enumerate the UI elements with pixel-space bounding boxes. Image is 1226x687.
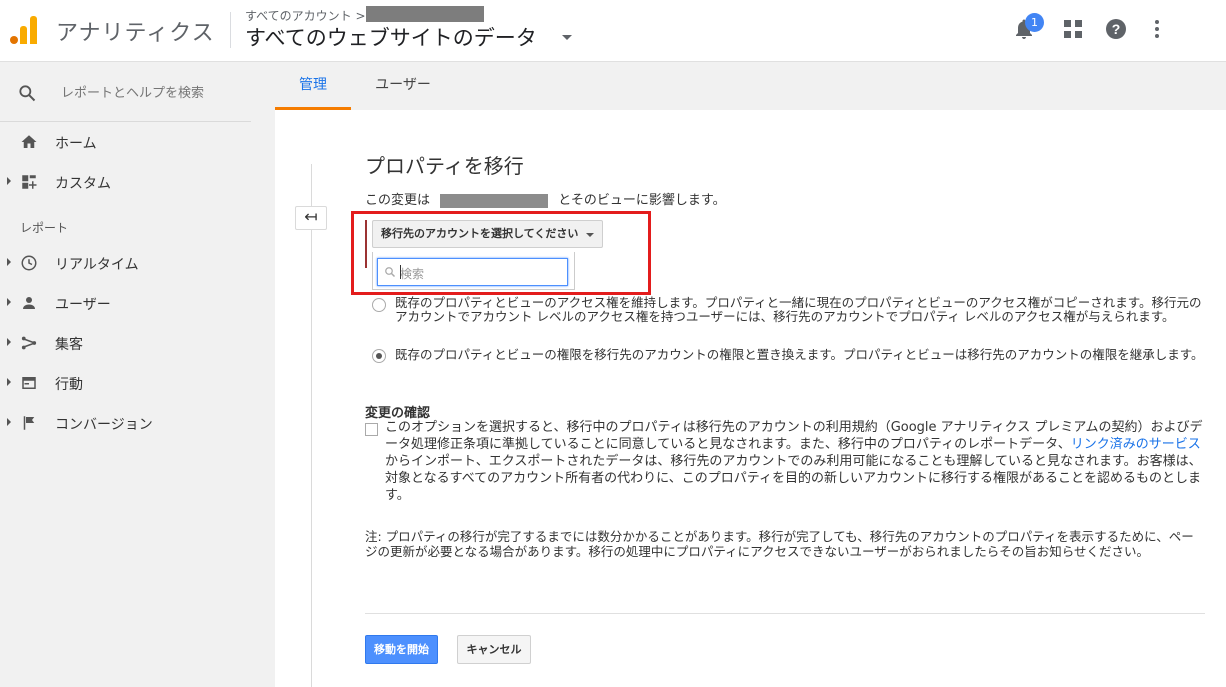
sidebar-search[interactable]: レポートとヘルプを検索 (0, 62, 251, 122)
sidebar-item-label: 行動 (55, 377, 83, 393)
confirm-text-part2: からインポート、エクスポートされたデータは、移行先のアカウントでのみ利用可能にな… (385, 454, 1202, 503)
tab-admin[interactable]: 管理 (275, 62, 351, 110)
sidebar-item-label: リアルタイム (55, 257, 139, 273)
notification-badge: 1 (1025, 13, 1044, 32)
affects-suffix: とそのビューに影響します。 (558, 193, 726, 208)
home-icon (21, 135, 37, 148)
search-icon (385, 267, 396, 278)
caret-down-icon (586, 233, 594, 237)
svg-text:?: ? (1112, 21, 1121, 37)
expand-arrow-icon[interactable] (7, 298, 11, 306)
option-replace-permissions-label[interactable]: 既存のプロパティとビューの権限を移行先のアカウントの権限と置き換えます。プロパテ… (395, 348, 1205, 362)
sidebar: レポートとヘルプを検索 ホーム カスタム レポート リアルタイム ユーザー 集客… (0, 62, 275, 687)
panel-divider (311, 164, 312, 687)
property-selector[interactable]: すべてのウェブサイトのデータ (245, 22, 537, 52)
dashboard-icon (22, 175, 37, 189)
search-icon (19, 85, 36, 102)
person-icon (23, 297, 35, 309)
sidebar-item-users[interactable]: ユーザー (0, 283, 275, 323)
sidebar-search-placeholder: レポートとヘルプを検索 (61, 86, 205, 101)
flag-icon (23, 416, 35, 430)
destination-account-label: 移行先のアカウントを選択してください (381, 227, 579, 240)
sidebar-item-label: ホーム (55, 136, 97, 152)
migration-note: 注: プロパティの移行が完了するまでには数分かかることがあります。移行が完了して… (365, 529, 1194, 559)
footer-divider (365, 613, 1205, 614)
account-dropdown-panel: 検索 (372, 252, 575, 290)
text-cursor (400, 265, 401, 279)
tab-user[interactable]: ユーザー (363, 62, 443, 110)
behavior-icon (22, 377, 36, 389)
affects-text: この変更は とそのビューに影響します。 (365, 189, 726, 208)
destination-account-select[interactable]: 移行先のアカウントを選択してください (372, 220, 603, 248)
confirm-text: このオプションを選択すると、移行中のプロパティは移行先のアカウントの利用規約（G… (385, 419, 1210, 504)
app-name: アナリティクス (56, 21, 215, 46)
cancel-button[interactable]: キャンセル (457, 635, 531, 664)
sidebar-item-behavior[interactable]: 行動 (0, 363, 275, 403)
section-label-reports: レポート (20, 221, 69, 235)
help-icon[interactable]: ? (1104, 17, 1128, 41)
sidebar-item-custom[interactable]: カスタム (0, 162, 275, 202)
sidebar-item-label: 集客 (55, 337, 83, 353)
clock-icon (21, 255, 37, 271)
page-title: プロパティを移行 (365, 154, 524, 178)
redacted-property-name (440, 193, 549, 208)
main-panel: ↤ プロパティを移行 この変更は とそのビューに影響します。 移行先のアカウント… (275, 110, 1226, 687)
start-move-button[interactable]: 移動を開始 (365, 635, 438, 664)
sidebar-item-home[interactable]: ホーム (0, 122, 275, 162)
expand-arrow-icon[interactable] (7, 338, 11, 346)
sidebar-item-label: コンバージョン (55, 417, 153, 433)
redacted-account-name (366, 6, 484, 22)
sidebar-item-realtime[interactable]: リアルタイム (0, 243, 275, 283)
acquisition-icon (21, 336, 37, 350)
chevron-down-icon[interactable] (562, 35, 572, 40)
affects-prefix: この変更は (365, 193, 431, 208)
header-divider (230, 12, 231, 48)
account-search-input[interactable]: 検索 (377, 258, 568, 286)
option-keep-permissions-radio[interactable] (372, 298, 386, 312)
confirm-checkbox[interactable] (365, 423, 378, 436)
sidebar-item-conversions[interactable]: コンバージョン (0, 403, 275, 443)
option-replace-permissions-radio[interactable] (372, 349, 386, 363)
sidebar-item-label: カスタム (55, 176, 111, 192)
back-button[interactable]: ↤ (295, 206, 327, 230)
sidebar-item-label: ユーザー (55, 297, 111, 313)
expand-arrow-icon[interactable] (7, 258, 11, 266)
apps-grid-icon[interactable] (1061, 17, 1085, 41)
expand-arrow-icon[interactable] (7, 418, 11, 426)
expand-arrow-icon[interactable] (7, 177, 11, 185)
analytics-logo-icon[interactable] (10, 14, 38, 44)
app-header: アナリティクス すべてのアカウント > すべてのウェブサイトのデータ 1 ? (0, 0, 1226, 62)
option-keep-permissions-label[interactable]: 既存のプロパティとビューのアクセス権を維持します。プロパティと一緒に現在のプロパ… (395, 296, 1205, 324)
selection-indicator (365, 220, 367, 268)
expand-arrow-icon[interactable] (7, 378, 11, 386)
admin-tabs: 管理 ユーザー (275, 62, 1226, 110)
linked-services-link[interactable]: リンク済みのサービス (1071, 437, 1201, 452)
account-search-placeholder: 検索 (400, 267, 425, 281)
more-vert-icon[interactable] (1145, 17, 1169, 41)
sidebar-item-acquisition[interactable]: 集客 (0, 323, 275, 363)
